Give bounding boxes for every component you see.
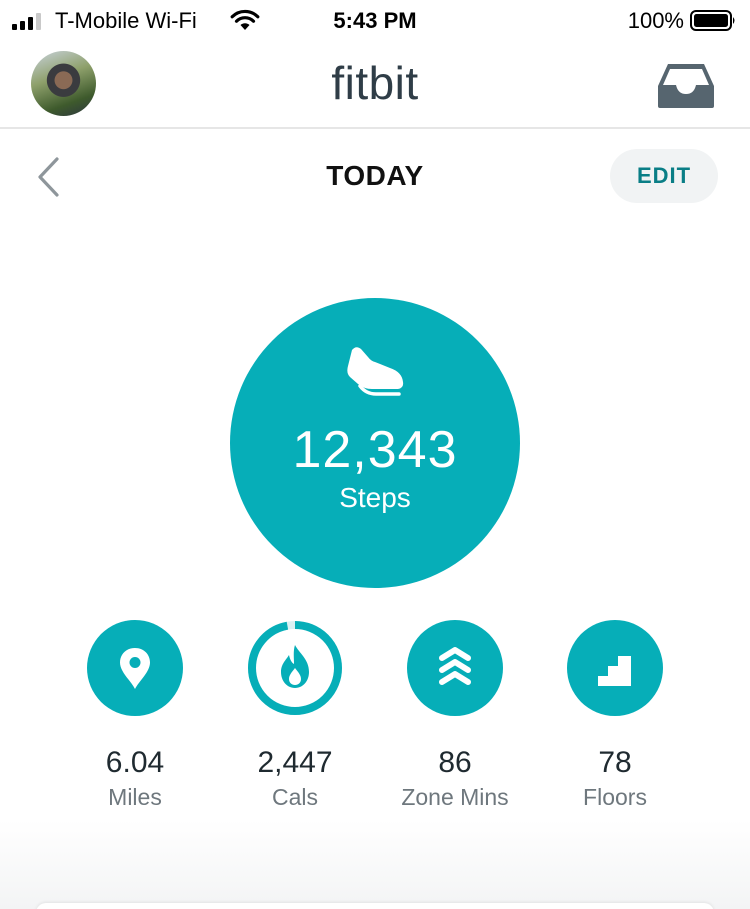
- calorie-goal-ring: [248, 621, 342, 715]
- stat-cals[interactable]: 2,447 Cals: [215, 620, 375, 811]
- next-card[interactable]: [36, 903, 714, 909]
- fitbit-logo: fitbit: [331, 57, 419, 109]
- inbox-icon[interactable]: [656, 62, 716, 110]
- status-bar: T-Mobile Wi-Fi 5:43 PM 100%: [0, 0, 750, 40]
- stat-zone-mins[interactable]: 86 Zone Mins: [375, 620, 535, 811]
- stat-value: 78: [598, 746, 632, 779]
- fitbit-today-screen: T-Mobile Wi-Fi 5:43 PM 100% fitbit TODAY…: [0, 0, 750, 909]
- app-header: fitbit: [0, 40, 750, 129]
- stat-value: 6.04: [105, 746, 165, 779]
- edit-button[interactable]: EDIT: [610, 149, 718, 203]
- stat-floors[interactable]: 78 Floors: [535, 620, 695, 811]
- steps-circle[interactable]: 12,343 Steps: [230, 298, 520, 588]
- bottom-fade: [0, 820, 750, 909]
- battery-percentage: 100%: [627, 8, 684, 33]
- stat-miles[interactable]: 6.04 Miles: [55, 620, 215, 811]
- location-pin-icon: [120, 648, 150, 689]
- stat-label: Floors: [583, 784, 647, 810]
- stat-icon-circle: [567, 620, 663, 716]
- stat-icon-circle: [407, 620, 503, 716]
- flame-icon: [281, 645, 309, 688]
- zone-chevrons-icon: [439, 647, 471, 685]
- stat-value: 2,447: [257, 746, 333, 779]
- stat-label: Cals: [271, 784, 318, 810]
- stat-icon-circle: [87, 620, 183, 716]
- steps-value: 12,343: [292, 421, 458, 479]
- shoe-icon: [347, 347, 404, 396]
- stat-label: Miles: [108, 784, 162, 810]
- stairs-icon: [598, 656, 631, 686]
- battery-icon: [690, 10, 735, 31]
- stat-icon-ring: [247, 620, 343, 716]
- stat-value: 86: [438, 746, 472, 779]
- stat-label: Zone Mins: [401, 784, 509, 810]
- steps-label: Steps: [339, 482, 411, 513]
